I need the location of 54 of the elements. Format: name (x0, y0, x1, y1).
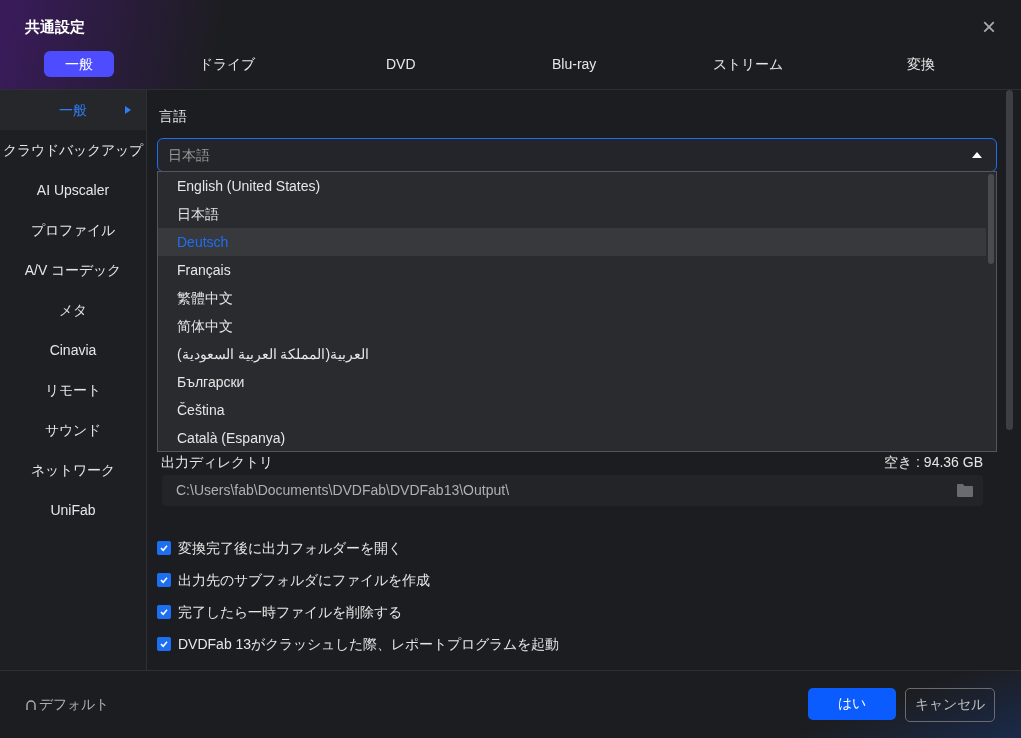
checkbox[interactable] (157, 605, 171, 619)
sidebar-item[interactable]: A/V コーデック (0, 250, 146, 290)
output-path-field[interactable]: C:\Users\fab\Documents\DVDFab\DVDFab13\Output\ (162, 475, 983, 506)
language-option[interactable]: English (United States) (158, 172, 986, 200)
language-option[interactable]: Français (158, 256, 986, 284)
scrollbar[interactable] (1006, 90, 1013, 430)
sidebar-item[interactable]: UniFab (0, 490, 146, 530)
default-button[interactable]: デフォルト (25, 694, 109, 715)
checkmark-icon (159, 543, 169, 553)
language-option[interactable]: 日本語 (158, 200, 986, 228)
output-directory-label: 出力ディレクトリ (161, 455, 273, 469)
checkbox[interactable] (157, 541, 171, 555)
language-option[interactable]: 繁體中文 (158, 284, 986, 312)
sidebar-item[interactable]: プロファイル (0, 210, 146, 250)
sidebar-item[interactable]: メタ (0, 290, 146, 330)
language-dropdown[interactable]: 日本語 (157, 138, 997, 172)
sidebar-item[interactable]: 一般 (0, 90, 146, 130)
sidebar-item[interactable]: リモート (0, 370, 146, 410)
checkmark-icon (159, 575, 169, 585)
sidebar-item[interactable]: AI Upscaler (0, 170, 146, 210)
language-option[interactable]: Català (Espanya) (158, 424, 986, 452)
option-label: 出力先のサブフォルダにファイルを作成 (178, 570, 430, 590)
tab[interactable]: Blu-ray (514, 51, 635, 77)
tab[interactable]: 変換 (860, 51, 981, 77)
checkbox[interactable] (157, 637, 171, 651)
checkmark-icon (159, 639, 169, 649)
tab[interactable]: ドライブ (167, 51, 288, 77)
language-option[interactable]: Български (158, 368, 986, 396)
tab[interactable]: ストリーム (687, 51, 808, 77)
sidebar-item[interactable]: ネットワーク (0, 450, 146, 490)
caret-icon (972, 152, 982, 158)
language-option[interactable]: Čeština (158, 396, 986, 424)
checkmark-icon (159, 607, 169, 617)
option-label: DVDFab 13がクラッシュした際、レポートプログラムを起動 (178, 634, 560, 654)
tab[interactable]: 一般 (44, 51, 114, 77)
reset-icon (25, 698, 37, 711)
tab[interactable]: DVD (340, 51, 461, 77)
option-label: 完了したら一時ファイルを削除する (178, 602, 402, 622)
close-button[interactable]: × (982, 15, 996, 39)
scrollbar[interactable] (988, 174, 994, 264)
language-option[interactable]: العربية(المملكة العربية السعودية) (158, 340, 986, 368)
sidebar-item[interactable]: クラウドバックアップ (0, 130, 146, 170)
sidebar-item[interactable]: サウンド (0, 410, 146, 450)
option-label: 変換完了後に出力フォルダーを開く (178, 538, 402, 558)
window-title: 共通設定 (25, 16, 85, 37)
cancel-button[interactable]: キャンセル (905, 687, 995, 722)
caret-icon (125, 106, 131, 114)
ok-button[interactable]: はい (808, 687, 896, 720)
language-label: 言語 (159, 108, 187, 124)
free-space: 空き : 94.36 GB (884, 455, 983, 469)
folder-icon[interactable] (957, 484, 973, 497)
sidebar-item[interactable]: Cinavia (0, 330, 146, 370)
language-option[interactable]: 简体中文 (158, 312, 986, 340)
checkbox[interactable] (157, 573, 171, 587)
